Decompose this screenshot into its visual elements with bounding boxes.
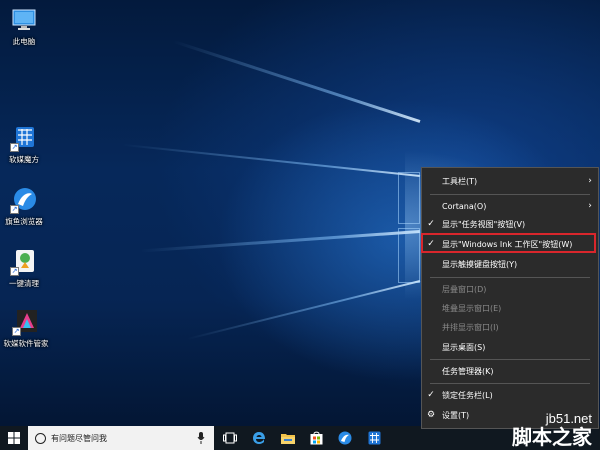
- taskbar-context-menu: 工具栏(T) › Cortana(O) › ✓ 显示"任务视图"按钮(V) ✓ …: [421, 167, 599, 429]
- search-box[interactable]: 有问题尽管问我: [28, 426, 214, 450]
- computer-icon: [10, 6, 38, 34]
- submenu-arrow-icon: ›: [588, 176, 592, 186]
- desktop-icon-label: 一键清理: [9, 279, 39, 288]
- menu-item-stack-windows: 堆叠显示窗口(E): [422, 299, 598, 317]
- desktop-icon-software-manager[interactable]: ↗ 软媒软件管家: [0, 308, 54, 349]
- menu-item-label: 层叠窗口(D): [442, 284, 487, 294]
- cleaner-icon: ↗: [10, 248, 38, 276]
- store-icon[interactable]: [308, 430, 324, 446]
- browser-icon: ↗: [10, 186, 38, 214]
- menu-item-label: 显示"任务视图"按钮(V): [442, 219, 526, 229]
- watermark-brand: 脚本之家: [512, 425, 592, 449]
- menu-item-task-manager[interactable]: 任务管理器(K): [422, 362, 598, 380]
- menu-item-label: 工具栏(T): [442, 176, 478, 186]
- rubik-cube-icon[interactable]: [366, 430, 382, 446]
- watermark: jb51.net 脚本之家: [512, 411, 592, 449]
- software-manager-icon: ↗: [12, 308, 40, 336]
- menu-item-show-touch-keyboard[interactable]: 显示触摸键盘按钮(Y): [422, 255, 598, 273]
- desktop-icon-label: 软媒魔方: [9, 155, 39, 164]
- windows-start-icon: [8, 432, 20, 444]
- menu-item-toolbars[interactable]: 工具栏(T) ›: [422, 172, 598, 190]
- menu-item-show-task-view[interactable]: ✓ 显示"任务视图"按钮(V): [422, 215, 598, 233]
- menu-item-label: 显示桌面(S): [442, 342, 486, 352]
- desktop-icon-label: 旗鱼浏览器: [5, 217, 43, 226]
- desktop-icon-cleaner[interactable]: ↗ 一键清理: [0, 248, 52, 289]
- menu-item-label: 并排显示窗口(I): [442, 322, 499, 332]
- menu-separator: [430, 277, 590, 278]
- desktop-icon-rubik[interactable]: ↗ 软媒魔方: [0, 124, 52, 165]
- menu-item-side-by-side-windows: 并排显示窗口(I): [422, 318, 598, 336]
- menu-item-show-desktop[interactable]: 显示桌面(S): [422, 338, 598, 356]
- rubik-cube-icon: ↗: [10, 124, 38, 152]
- menu-item-cascade-windows: 层叠窗口(D): [422, 280, 598, 298]
- watermark-site: jb51.net: [545, 411, 592, 426]
- microphone-icon[interactable]: [194, 431, 208, 445]
- edge-icon[interactable]: [251, 430, 267, 446]
- desktop-icon-this-pc[interactable]: 此电脑: [0, 6, 52, 47]
- search-icon: [35, 432, 46, 444]
- desktop-icon-label: 软媒软件管家: [3, 339, 49, 348]
- menu-item-label: 显示触摸键盘按钮(Y): [442, 259, 518, 269]
- menu-item-lock-taskbar[interactable]: ✓ 锁定任务栏(L): [422, 386, 598, 404]
- check-icon: ✓: [427, 390, 435, 400]
- menu-item-cortana[interactable]: Cortana(O) ›: [422, 197, 598, 215]
- file-explorer-icon[interactable]: [280, 430, 296, 446]
- start-button[interactable]: [0, 426, 28, 450]
- menu-separator: [430, 383, 590, 384]
- menu-item-label: Cortana(O): [442, 201, 487, 211]
- menu-item-label: 锁定任务栏(L): [442, 390, 493, 400]
- browser-icon[interactable]: [337, 430, 353, 446]
- check-icon: ✓: [427, 219, 435, 229]
- menu-separator: [430, 359, 590, 360]
- menu-item-label: 任务管理器(K): [442, 366, 494, 376]
- desktop-icon-browser[interactable]: ↗ 旗鱼浏览器: [0, 186, 52, 227]
- task-view-icon[interactable]: [222, 430, 238, 446]
- menu-item-label: 堆叠显示窗口(E): [442, 303, 502, 313]
- highlight-box: [421, 233, 596, 253]
- taskbar: 有问题尽管问我: [0, 426, 600, 450]
- desktop-icon-label: 此电脑: [12, 37, 36, 46]
- gear-icon: ⚙: [426, 410, 436, 420]
- search-placeholder: 有问题尽管问我: [51, 433, 107, 443]
- menu-separator: [430, 194, 590, 195]
- submenu-arrow-icon: ›: [588, 201, 592, 211]
